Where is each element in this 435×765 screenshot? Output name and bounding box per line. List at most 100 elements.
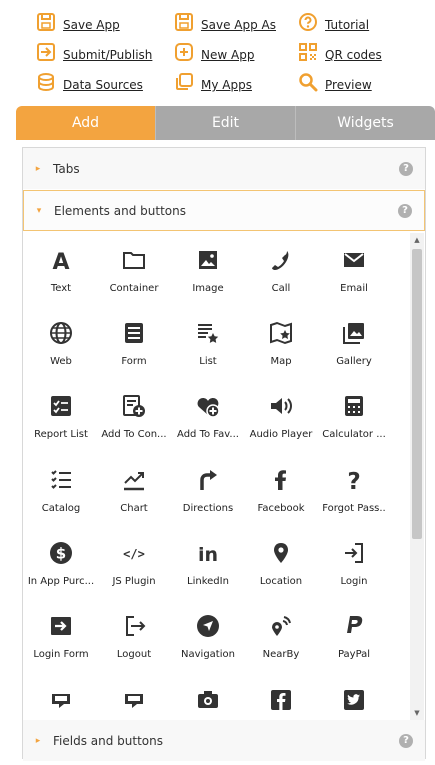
element-item-34[interactable] [320,678,388,720]
element-label: Chart [120,503,148,514]
qr-codes-link[interactable]: QR codes [298,40,382,62]
element-label: Forgot Pass.. [322,503,386,514]
element-label: Add To Con... [101,429,167,440]
save-app-link[interactable]: Save App [36,10,120,32]
svg-text:</>: </> [123,547,145,561]
my-apps-label[interactable]: My Apps [201,78,252,92]
element-in-app-purc[interactable]: $ In App Purc... [27,533,95,597]
directions-icon [194,466,222,494]
panel-tabs: Add Edit Widgets [16,106,435,140]
elements-scrollbar[interactable]: ▲ ▼ [410,233,424,720]
save-app-as-label[interactable]: Save App As [201,18,276,32]
tab-widgets[interactable]: Widgets [296,106,435,140]
element-label: Image [192,283,224,294]
element-js-plugin[interactable]: </> JS Plugin [100,533,168,597]
element-item-30[interactable] [27,678,95,720]
svg-text:A: A [52,250,69,272]
report-list-icon [47,392,75,420]
element-forgot-pass[interactable]: ? Forgot Pass.. [320,460,388,524]
element-label: In App Purc... [27,576,95,587]
element-facebook[interactable]: Facebook [247,460,315,524]
element-gallery[interactable]: Gallery [320,313,388,377]
element-label: List [199,356,217,367]
element-map[interactable]: Map [247,313,315,377]
submit-publish-label[interactable]: Submit/Publish [63,48,152,62]
add-contact-icon [120,392,148,420]
element-report-list[interactable]: Report List [27,386,95,450]
section-fields-header[interactable]: ▸ Fields and buttons ? [23,720,425,761]
chevron-right-icon: ▸ [35,735,41,746]
element-login-form[interactable]: Login Form [27,606,95,670]
element-label: Calculator ... [322,429,386,440]
my-apps-link[interactable]: My Apps [174,70,252,92]
scrollbar-thumb[interactable] [412,249,422,539]
save-app-label[interactable]: Save App [63,18,120,32]
navigation-icon [194,612,222,640]
element-label: Logout [116,649,152,660]
element-catalog[interactable]: Catalog [27,460,95,524]
element-label: Add To Fav... [177,429,239,440]
element-label: Directions [182,503,234,514]
help-icon[interactable]: ? [399,733,413,748]
element-directions[interactable]: Directions [174,460,242,524]
qr-codes-label[interactable]: QR codes [325,48,382,62]
element-call[interactable]: Call [247,240,315,304]
elements-grid: A Text Container Image Call Email Web Form List M… [23,230,410,720]
element-paypal[interactable]: PayPal [320,606,388,670]
section-tabs-header[interactable]: ▸ Tabs ? [23,148,425,189]
gallery-icon [340,319,368,347]
map-icon [267,319,295,347]
element-add-to-con[interactable]: Add To Con... [100,386,168,450]
element-nearby[interactable]: NearBy [247,606,315,670]
element-location[interactable]: Location [247,533,315,597]
tutorial-label[interactable]: Tutorial [325,18,369,32]
element-linkedin[interactable]: in LinkedIn [174,533,242,597]
save-app-as-link[interactable]: Save App As [174,10,276,32]
image-icon [194,246,222,274]
element-calculator[interactable]: Calculator ... [320,386,388,450]
element-email[interactable]: Email [320,240,388,304]
element-image[interactable]: Image [174,240,242,304]
speaker-icon [267,392,295,420]
element-login[interactable]: Login [320,533,388,597]
element-form[interactable]: Form [100,313,168,377]
submit-publish-link[interactable]: Submit/Publish [36,40,152,62]
login-form-icon [47,612,75,640]
help-icon[interactable]: ? [399,161,413,176]
new-app-link[interactable]: New App [174,40,254,62]
element-label: Report List [34,429,88,440]
facebook-square-icon [267,684,295,712]
logout-icon [120,612,148,640]
section-tabs-label: Tabs [53,161,80,176]
scroll-down-arrow-icon[interactable]: ▼ [410,706,424,720]
tab-edit[interactable]: Edit [156,106,296,140]
element-container[interactable]: Container [100,240,168,304]
element-logout[interactable]: Logout [100,606,168,670]
element-item-31[interactable] [100,678,168,720]
plus-icon [174,42,194,62]
preview-link[interactable]: Preview [298,70,372,92]
data-sources-label[interactable]: Data Sources [63,78,143,92]
globe-icon [47,319,75,347]
data-sources-link[interactable]: Data Sources [36,70,143,92]
element-item-33[interactable] [247,678,315,720]
preview-label[interactable]: Preview [325,78,372,92]
message-icon [47,684,75,712]
folder-icon [120,246,148,274]
element-list[interactable]: List [174,313,242,377]
tutorial-link[interactable]: Tutorial [298,10,369,32]
element-navigation[interactable]: Navigation [174,606,242,670]
element-audio-player[interactable]: Audio Player [247,386,315,450]
tab-add[interactable]: Add [16,106,156,140]
element-chart[interactable]: Chart [100,460,168,524]
element-label: PayPal [337,649,371,660]
section-elements-header[interactable]: ▾ Elements and buttons ? [23,190,425,231]
scroll-up-arrow-icon[interactable]: ▲ [410,233,424,247]
element-item-32[interactable] [174,678,242,720]
element-text[interactable]: A Text [27,240,95,304]
new-app-label[interactable]: New App [201,48,254,62]
element-add-to-fav[interactable]: Add To Fav... [174,386,242,450]
submit-icon [36,42,56,62]
help-icon[interactable]: ? [398,203,412,218]
element-web[interactable]: Web [27,313,95,377]
